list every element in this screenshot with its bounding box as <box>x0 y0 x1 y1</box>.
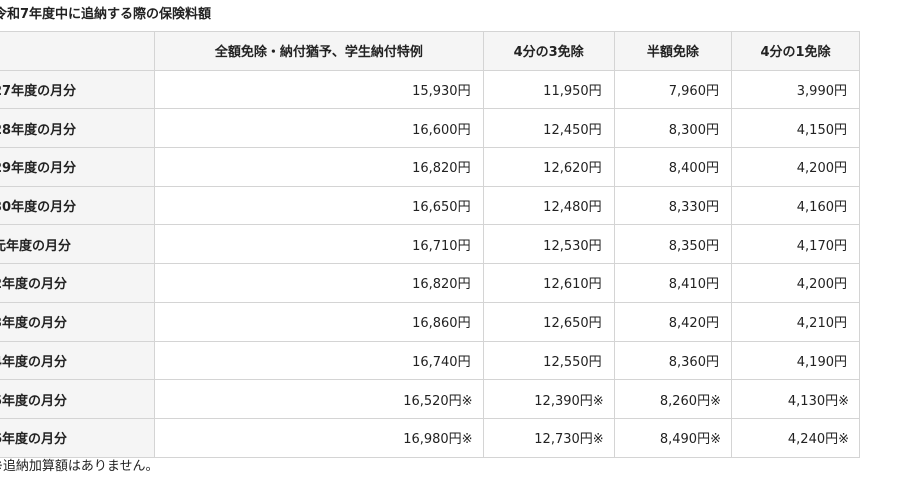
column-header-three-quarter-exemption: 4分の3免除 <box>482 31 615 71</box>
table-row: 平成29年度の月分16,820円12,620円8,400円4,200円 <box>0 147 861 187</box>
fee-cell: 16,520円※ <box>154 379 484 419</box>
fee-cell: 12,450円 <box>482 108 615 149</box>
column-header-full-exemption: 全額免除・納付猶予、学生納付特例 <box>154 31 484 71</box>
fee-cell: 16,860円 <box>154 301 484 342</box>
fee-cell: 8,490円※ <box>613 417 732 458</box>
fee-cell: 8,350円 <box>613 224 732 265</box>
row-header: 平成27年度の月分 <box>0 69 156 110</box>
fee-cell: 12,610円 <box>482 263 615 303</box>
table-row: 令和元年度の月分16,710円12,530円8,350円4,170円 <box>0 224 861 265</box>
table-row: 平成27年度の月分15,930円11,950円7,960円3,990円 <box>0 69 861 110</box>
fee-cell: 3,990円 <box>730 69 861 110</box>
fee-cell: 16,600円 <box>154 108 484 149</box>
row-header: 令和3年度の月分 <box>0 301 156 342</box>
fee-cell: 4,160円 <box>730 185 861 226</box>
table-header-row: 全額免除・納付猶予、学生納付特例 4分の3免除 半額免除 4分の1免除 <box>0 31 861 71</box>
fee-cell: 4,200円 <box>730 147 861 187</box>
row-header: 令和2年度の月分 <box>0 263 156 303</box>
table-row: 令和5年度の月分16,520円※12,390円※8,260円※4,130円※ <box>0 379 861 419</box>
fee-cell: 8,410円 <box>613 263 732 303</box>
row-header: 令和4年度の月分 <box>0 340 156 381</box>
fee-cell: 7,960円 <box>613 69 732 110</box>
column-header-quarter-exemption: 4分の1免除 <box>730 31 861 71</box>
table-row: 令和6年度の月分16,980円※12,730円※8,490円※4,240円※ <box>0 417 861 458</box>
fee-cell: 4,240円※ <box>730 417 861 458</box>
fee-cell: 16,980円※ <box>154 417 484 458</box>
fee-cell: 8,260円※ <box>613 379 732 419</box>
fee-cell: 4,200円 <box>730 263 861 303</box>
fee-cell: 15,930円 <box>154 69 484 110</box>
fee-cell: 4,210円 <box>730 301 861 342</box>
fee-cell: 12,390円※ <box>482 379 615 419</box>
row-header: 平成29年度の月分 <box>0 147 156 187</box>
table-header-corner <box>0 31 156 71</box>
fee-cell: 11,950円 <box>482 69 615 110</box>
table-row: 令和2年度の月分16,820円12,610円8,410円4,200円 <box>0 263 861 303</box>
fee-cell: 4,130円※ <box>730 379 861 419</box>
fee-cell: 12,620円 <box>482 147 615 187</box>
fee-cell: 8,400円 <box>613 147 732 187</box>
page-title: 令和7年度中に追納する際の保険料額 <box>0 7 212 22</box>
fee-cell: 16,740円 <box>154 340 484 381</box>
fee-table: 全額免除・納付猶予、学生納付特例 4分の3免除 半額免除 4分の1免除 平成27… <box>0 31 861 458</box>
table-row: 平成30年度の月分16,650円12,480円8,330円4,160円 <box>0 185 861 226</box>
fee-cell: 12,650円 <box>482 301 615 342</box>
fee-cell: 4,170円 <box>730 224 861 265</box>
fee-cell: 16,650円 <box>154 185 484 226</box>
fee-cell: 12,550円 <box>482 340 615 381</box>
fee-cell: 12,730円※ <box>482 417 615 458</box>
fee-cell: 12,530円 <box>482 224 615 265</box>
page: 令和7年度中に追納する際の保険料額 全額免除・納付猶予、学生納付特例 4分の3免… <box>0 0 900 480</box>
fee-cell: 8,420円 <box>613 301 732 342</box>
fee-cell: 8,360円 <box>613 340 732 381</box>
table-row: 平成28年度の月分16,600円12,450円8,300円4,150円 <box>0 108 861 149</box>
fee-cell: 16,820円 <box>154 147 484 187</box>
row-header: 令和6年度の月分 <box>0 417 156 458</box>
column-header-half-exemption: 半額免除 <box>613 31 732 71</box>
fee-cell: 12,480円 <box>482 185 615 226</box>
fee-cell: 16,820円 <box>154 263 484 303</box>
fee-cell: 4,150円 <box>730 108 861 149</box>
table-row: 令和3年度の月分16,860円12,650円8,420円4,210円 <box>0 301 861 342</box>
row-header: 平成28年度の月分 <box>0 108 156 149</box>
fee-cell: 4,190円 <box>730 340 861 381</box>
fee-cell: 8,300円 <box>613 108 732 149</box>
row-header: 令和5年度の月分 <box>0 379 156 419</box>
row-header: 令和元年度の月分 <box>0 224 156 265</box>
fee-cell: 8,330円 <box>613 185 732 226</box>
table-body: 平成27年度の月分15,930円11,950円7,960円3,990円平成28年… <box>0 69 861 458</box>
footnote: ※追納加算額はありません。 <box>0 459 159 474</box>
row-header: 平成30年度の月分 <box>0 185 156 226</box>
table-row: 令和4年度の月分16,740円12,550円8,360円4,190円 <box>0 340 861 381</box>
fee-cell: 16,710円 <box>154 224 484 265</box>
